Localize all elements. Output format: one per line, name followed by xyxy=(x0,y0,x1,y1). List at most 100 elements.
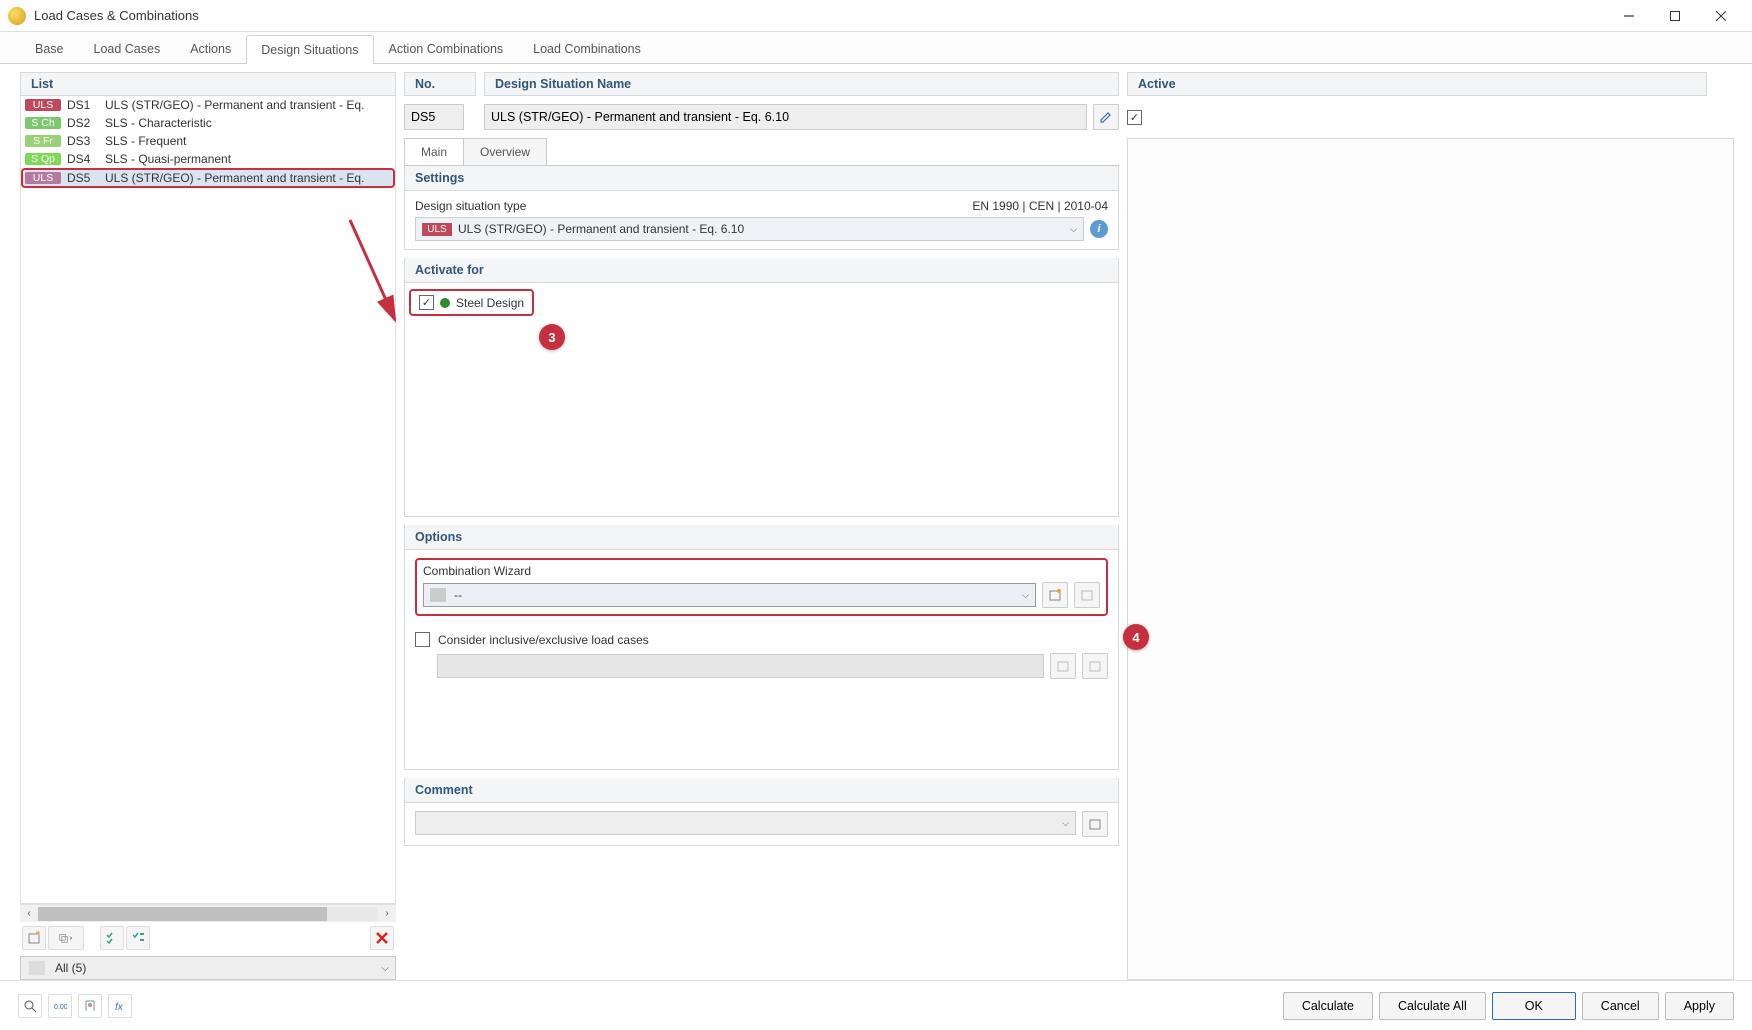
ds-id: DS5 xyxy=(67,171,99,185)
chevron-down-icon: ⌵ xyxy=(1062,818,1069,829)
function-button[interactable]: fx xyxy=(108,994,132,1018)
apply-button[interactable]: Apply xyxy=(1665,992,1734,1020)
structure-button[interactable] xyxy=(78,994,102,1018)
list-item[interactable]: S ChDS2SLS - Characteristic xyxy=(21,114,395,132)
wizard-value: -- xyxy=(454,588,462,602)
filter-dropdown[interactable]: All (5) ⌵ xyxy=(20,956,396,980)
consider-new-button xyxy=(1050,653,1076,679)
detail-left-column: MainOverview Settings Design situation t… xyxy=(404,138,1119,980)
copy-item-button[interactable] xyxy=(48,926,84,950)
steel-design-checkbox[interactable] xyxy=(419,295,434,310)
badge: ULS xyxy=(25,172,61,184)
list-item[interactable]: S FrDS3SLS - Frequent xyxy=(21,132,395,150)
list-item[interactable]: S QpDS4SLS - Quasi-permanent xyxy=(21,150,395,168)
units-button[interactable]: 0.00 xyxy=(48,994,72,1018)
ds-id: DS2 xyxy=(67,116,99,130)
tab-action-combinations[interactable]: Action Combinations xyxy=(374,34,519,63)
scroll-track[interactable] xyxy=(38,907,378,921)
consider-row: Consider inclusive/exclusive load cases xyxy=(415,632,1108,647)
minimize-button[interactable] xyxy=(1606,0,1652,32)
wizard-dropdown[interactable]: -- ⌵ xyxy=(423,583,1036,607)
consider-checkbox[interactable] xyxy=(415,632,430,647)
col-no-header: No. xyxy=(404,72,476,96)
delete-button[interactable] xyxy=(370,926,394,950)
consider-dropdown xyxy=(437,654,1044,678)
chevron-down-icon: ⌵ xyxy=(1070,224,1077,235)
callout-4: 4 xyxy=(1123,624,1149,650)
ok-button[interactable]: OK xyxy=(1492,992,1576,1020)
subtab-overview[interactable]: Overview xyxy=(463,138,547,165)
scroll-right-icon[interactable]: › xyxy=(378,905,396,923)
ds-desc: ULS (STR/GEO) - Permanent and transient … xyxy=(105,98,391,112)
situation-type-dropdown[interactable]: ULS ULS (STR/GEO) - Permanent and transi… xyxy=(415,217,1084,241)
close-button[interactable] xyxy=(1698,0,1744,32)
wizard-new-button[interactable] xyxy=(1042,582,1068,608)
footer: 0.00 fx Calculate Calculate All OK Cance… xyxy=(0,980,1752,1030)
tab-actions[interactable]: Actions xyxy=(175,34,246,63)
detail-header-row: No. Design Situation Name Active xyxy=(404,72,1734,96)
comment-input[interactable]: ⌵ xyxy=(415,811,1076,835)
select-all-button[interactable] xyxy=(100,926,124,950)
list-item[interactable]: ULS DS5 ULS (STR/GEO) - Permanent and tran… xyxy=(21,168,395,188)
titlebar: Load Cases & Combinations xyxy=(0,0,1752,32)
callout-3: 3 xyxy=(539,324,565,350)
edit-name-button[interactable] xyxy=(1093,104,1119,130)
col-active-header: Active xyxy=(1127,72,1707,96)
wizard-label: Combination Wizard xyxy=(423,564,1100,578)
svg-text:0.00: 0.00 xyxy=(54,1004,67,1011)
comment-group: Comment ⌵ xyxy=(404,778,1119,846)
search-button[interactable] xyxy=(18,994,42,1018)
no-input[interactable] xyxy=(404,104,464,130)
tab-load-cases[interactable]: Load Cases xyxy=(79,34,176,63)
scroll-left-icon[interactable]: ‹ xyxy=(20,905,38,923)
tab-design-situations[interactable]: Design Situations xyxy=(246,35,373,64)
list-panel: List ULSDS1ULS (STR/GEO) - Permanent and… xyxy=(20,72,396,980)
options-header: Options xyxy=(405,525,1118,550)
tab-base[interactable]: Base xyxy=(20,34,79,63)
calculate-all-button[interactable]: Calculate All xyxy=(1379,992,1486,1020)
comment-header: Comment xyxy=(405,778,1118,803)
deselect-all-button[interactable] xyxy=(126,926,150,950)
badge: S Ch xyxy=(25,117,61,129)
list-toolbar xyxy=(20,922,396,954)
type-badge: ULS xyxy=(422,223,452,236)
new-item-button[interactable] xyxy=(22,926,46,950)
active-checkbox[interactable] xyxy=(1127,110,1142,125)
list-body: ULSDS1ULS (STR/GEO) - Permanent and tran… xyxy=(20,96,396,904)
preview-pane xyxy=(1127,138,1734,980)
filter-swatch xyxy=(29,961,45,975)
badge: S Fr xyxy=(25,135,61,147)
main-tabs: BaseLoad CasesActionsDesign SituationsAc… xyxy=(0,32,1752,64)
consider-edit-button xyxy=(1082,653,1108,679)
sub-tabs: MainOverview xyxy=(404,138,1119,166)
scroll-thumb[interactable] xyxy=(38,907,327,921)
ds-desc: SLS - Quasi-permanent xyxy=(105,152,391,166)
list-h-scrollbar[interactable]: ‹ › xyxy=(20,904,396,922)
steel-design-check-wrap: Steel Design xyxy=(409,289,534,316)
cancel-button[interactable]: Cancel xyxy=(1582,992,1659,1020)
col-name-header: Design Situation Name xyxy=(484,72,1119,96)
subtab-main[interactable]: Main xyxy=(404,138,464,165)
list-item[interactable]: ULSDS1ULS (STR/GEO) - Permanent and tran… xyxy=(21,96,395,114)
no-cell xyxy=(404,104,476,130)
tab-load-combinations[interactable]: Load Combinations xyxy=(518,34,656,63)
options-group: Options Combination Wizard -- ⌵ xyxy=(404,525,1119,770)
info-icon[interactable]: i xyxy=(1090,220,1108,238)
comment-edit-button[interactable] xyxy=(1082,811,1108,837)
window-controls xyxy=(1606,0,1744,32)
detail-value-row xyxy=(404,104,1734,130)
maximize-button[interactable] xyxy=(1652,0,1698,32)
ds-desc: SLS - Frequent xyxy=(105,134,391,148)
wizard-swatch xyxy=(430,588,446,602)
chevron-down-icon: ⌵ xyxy=(381,963,389,974)
wizard-edit-button[interactable] xyxy=(1074,582,1100,608)
list-header: List xyxy=(20,72,396,96)
ds-id: DS4 xyxy=(67,152,99,166)
filter-value: All (5) xyxy=(55,961,86,975)
ds-desc: ULS (STR/GEO) - Permanent and transient … xyxy=(105,171,391,185)
active-cell xyxy=(1127,104,1707,130)
name-input[interactable] xyxy=(484,104,1087,130)
app-icon xyxy=(8,7,26,25)
status-dot-icon xyxy=(440,298,450,308)
calculate-button[interactable]: Calculate xyxy=(1283,992,1373,1020)
